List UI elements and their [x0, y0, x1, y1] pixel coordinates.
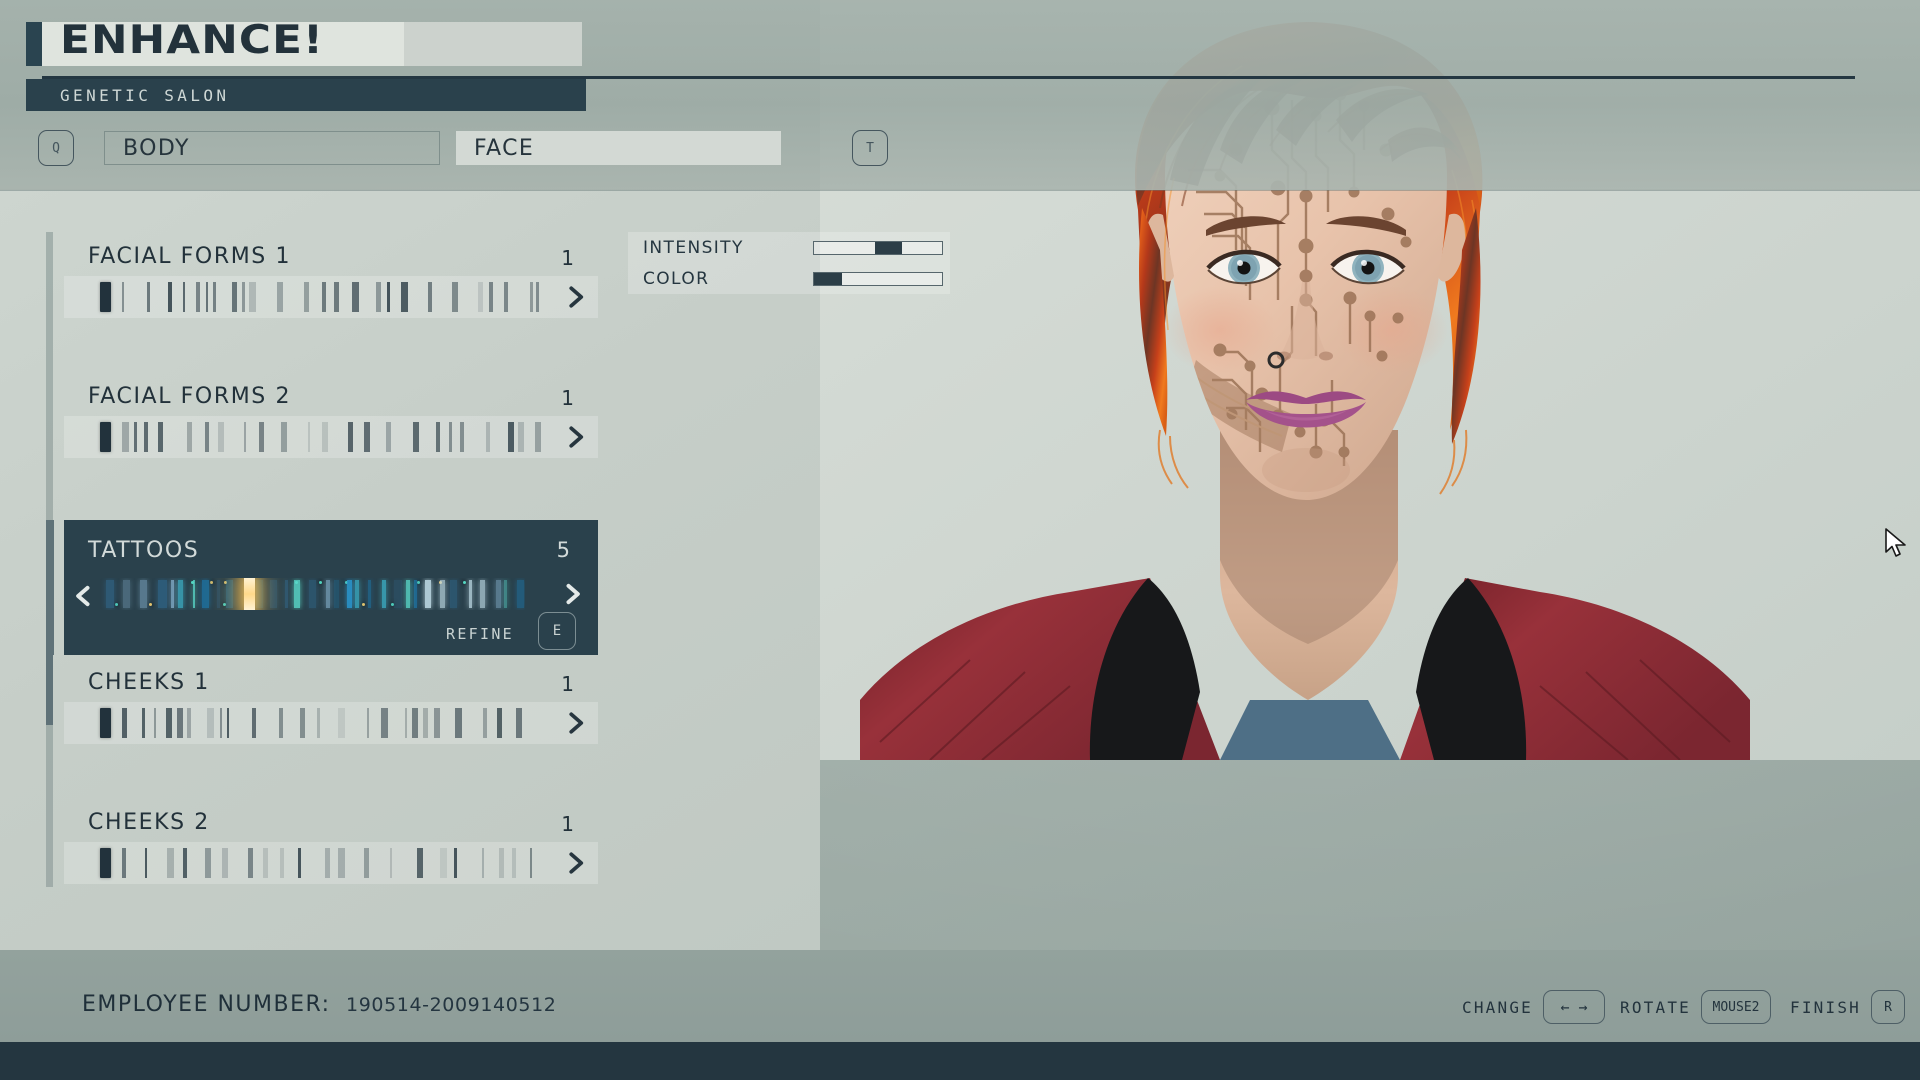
- app-logo: ENHANCE!: [60, 18, 325, 63]
- slider-row-intensity[interactable]: INTENSITY: [628, 232, 950, 263]
- list-item-tattoos-selected[interactable]: TATTOOS 5 REFINE E: [46, 520, 598, 655]
- row-option-strip[interactable]: [64, 702, 598, 744]
- row-label: FACIAL FORMS 1: [88, 244, 292, 269]
- row-option-strip[interactable]: [64, 416, 598, 458]
- option-ticks: [100, 708, 540, 738]
- row-label: CHEEKS 1: [88, 670, 210, 695]
- row-option-strip[interactable]: [64, 842, 598, 884]
- row-value: 5: [556, 538, 570, 562]
- color-slider-handle[interactable]: [814, 273, 843, 285]
- chevron-right-icon[interactable]: [560, 282, 590, 312]
- chevron-right-icon[interactable]: [560, 848, 590, 878]
- employee-number-value: 190514-2009140512: [346, 994, 557, 1016]
- row-value: 1: [561, 812, 574, 836]
- hint-rotate[interactable]: ROTATE MOUSE2: [1620, 990, 1771, 1024]
- row-value: 1: [561, 672, 574, 696]
- row-label: CHEEKS 2: [88, 810, 210, 835]
- row-label: FACIAL FORMS 2: [88, 384, 292, 409]
- option-ticks: [100, 848, 540, 878]
- title-bar: ENHANCE! GENETIC SALON Q BODY FACE T: [0, 0, 1920, 190]
- prev-category-key[interactable]: Q: [38, 130, 74, 166]
- hint-rotate-label: ROTATE: [1620, 997, 1691, 1017]
- row-value: 1: [561, 386, 574, 410]
- refine-label: REFINE: [446, 625, 514, 643]
- next-category-key[interactable]: T: [852, 130, 888, 166]
- chevron-right-icon[interactable]: [560, 708, 590, 738]
- hint-change-key[interactable]: ← →: [1543, 990, 1605, 1024]
- chevron-right-icon[interactable]: [560, 422, 590, 452]
- refine-key-button[interactable]: E: [538, 612, 576, 650]
- row-value: 1: [561, 246, 574, 270]
- tab-face[interactable]: FACE: [456, 131, 781, 165]
- selection-accent-bar: [46, 520, 54, 655]
- hint-rotate-key[interactable]: MOUSE2: [1701, 990, 1771, 1024]
- header-accent-block: [26, 22, 42, 66]
- page-title: GENETIC SALON: [60, 86, 230, 105]
- intensity-slider-track[interactable]: [813, 241, 943, 255]
- hint-change[interactable]: CHANGE ← →: [1462, 990, 1605, 1024]
- tab-body[interactable]: BODY: [104, 131, 440, 165]
- chevron-right-icon[interactable]: [558, 580, 586, 608]
- row-option-strip[interactable]: [64, 276, 598, 318]
- character-creator-screen: ENHANCE! GENETIC SALON Q BODY FACE T INT…: [0, 0, 1920, 1080]
- chevron-left-icon[interactable]: [70, 582, 98, 610]
- employee-number-label: EMPLOYEE NUMBER:: [82, 992, 331, 1017]
- hint-finish[interactable]: FINISH R: [1790, 990, 1905, 1024]
- option-ticks: [100, 422, 541, 452]
- hint-finish-label: FINISH: [1790, 997, 1861, 1017]
- attribute-sliders-panel: INTENSITY COLOR: [628, 232, 950, 294]
- intensity-label: INTENSITY: [643, 238, 744, 258]
- color-slider-track[interactable]: [813, 272, 943, 286]
- tattoo-option-strip[interactable]: [100, 578, 525, 610]
- footer-strip: [0, 1042, 1920, 1080]
- hint-change-label: CHANGE: [1462, 997, 1533, 1017]
- color-label: COLOR: [643, 269, 710, 289]
- row-label: TATTOOS: [88, 538, 200, 563]
- hint-finish-key[interactable]: R: [1871, 990, 1905, 1024]
- selected-option-marker: [244, 578, 255, 610]
- option-ticks: [100, 282, 540, 312]
- intensity-slider-handle[interactable]: [875, 242, 903, 254]
- slider-row-color[interactable]: COLOR: [628, 263, 950, 294]
